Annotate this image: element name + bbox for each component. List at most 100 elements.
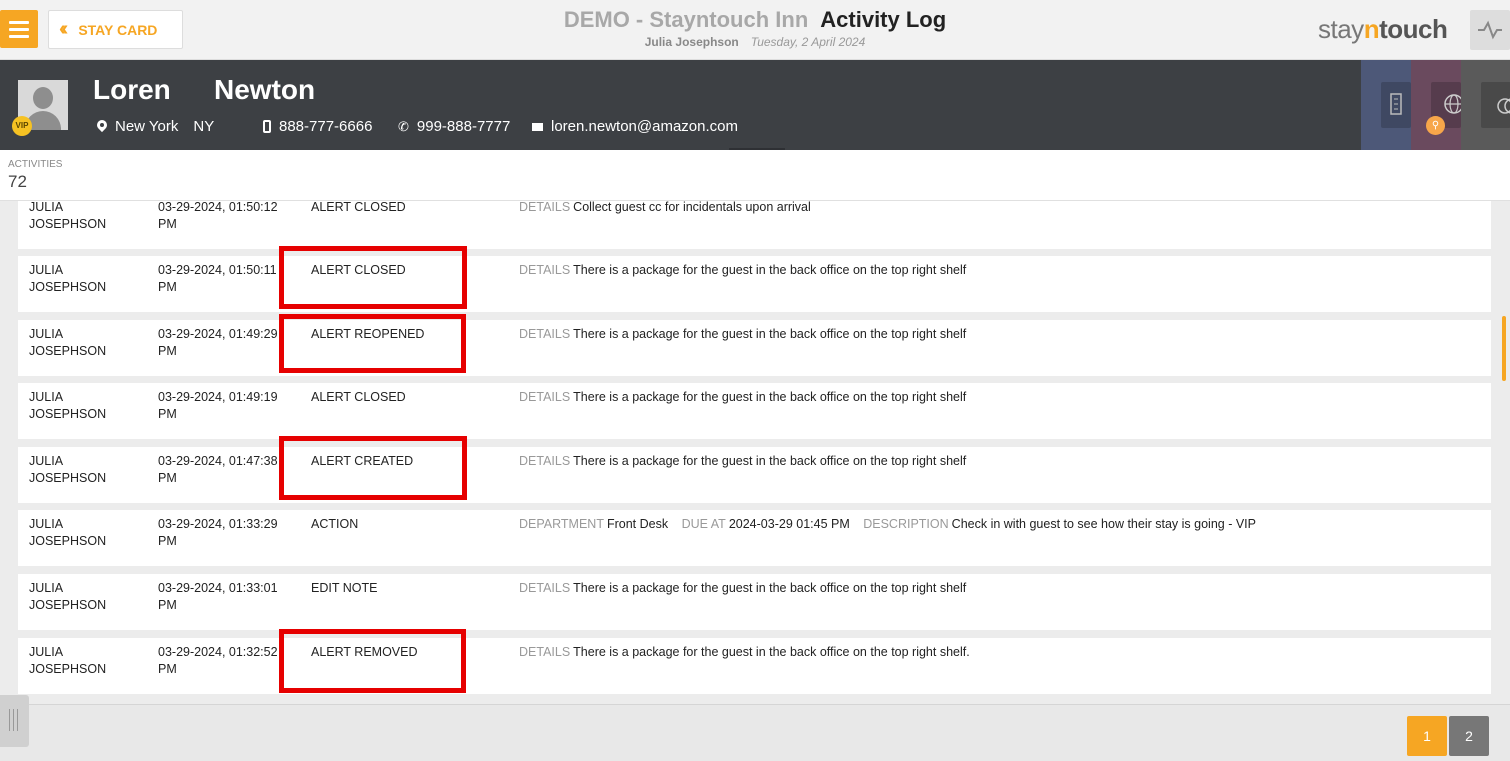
- guest-state: NY: [193, 118, 215, 135]
- guest-email-address: loren.newton@amazon.com: [551, 118, 738, 135]
- page-button-1[interactable]: 1: [1407, 716, 1447, 756]
- activity-date: 03-29-2024, 01:32:52 PM: [158, 644, 288, 678]
- detail-value: There is a package for the guest in the …: [573, 390, 967, 404]
- activity-details: DEPARTMENT Front Desk DUE AT 2024-03-29 01…: [519, 516, 1256, 533]
- date-line-1: 03-29-2024, 01:33:29: [158, 517, 278, 531]
- guest-phone: ✆ 999-888-7777: [398, 118, 510, 135]
- activity-date: 03-29-2024, 01:47:38 PM: [158, 453, 288, 487]
- hotel-name: DEMO - Stayntouch Inn: [563, 7, 809, 32]
- scrollbar[interactable]: [1502, 316, 1506, 381]
- mobile-phone-icon: [263, 120, 271, 133]
- date-line-2: PM: [158, 344, 177, 358]
- activity-pulse-icon[interactable]: [1470, 10, 1510, 50]
- globe-tab[interactable]: [1411, 60, 1464, 150]
- activity-details: DETAILS There is a package for the guest …: [519, 580, 966, 597]
- building-tab[interactable]: [1361, 60, 1411, 150]
- guest-header: VIP Loren Newton New York NY 888-777-666…: [0, 60, 1510, 159]
- detail-value: There is a package for the guest in the …: [573, 645, 970, 659]
- activity-user: JULIA JOSEPHSON: [29, 516, 139, 550]
- logo-part-2: n: [1363, 14, 1380, 44]
- guest-email: loren.newton@amazon.com: [532, 118, 738, 135]
- rings-icon: [1481, 82, 1510, 128]
- user-line-2: JOSEPHSON: [29, 280, 107, 294]
- activities-summary: ACTIVITIES 72: [0, 150, 1510, 201]
- activity-row: JULIA JOSEPHSON 03-29-2024, 01:33:01 PM ED…: [18, 574, 1491, 630]
- search-icon[interactable]: ⚲: [1426, 116, 1445, 135]
- activity-details: DETAILS Collect guest cc for incidentals …: [519, 201, 811, 216]
- activity-action: EDIT NOTE: [311, 581, 378, 595]
- highlight-box: [279, 314, 466, 373]
- business-date: Tuesday, 2 April 2024: [750, 35, 866, 49]
- page-heading: DEMO - Stayntouch Inn Activity Log Julia …: [0, 7, 1510, 49]
- logo-part-1: stay: [1318, 14, 1364, 44]
- detail-value: There is a package for the guest in the …: [573, 263, 967, 277]
- detail-key: DETAILS: [519, 201, 571, 214]
- detail-value: Collect guest cc for incidentals upon ar…: [573, 201, 811, 214]
- user-line-2: JOSEPHSON: [29, 598, 107, 612]
- detail-value: 2024-03-29 01:45 PM: [728, 517, 850, 531]
- activity-date: 03-29-2024, 01:50:12 PM: [158, 201, 288, 233]
- activity-user: JULIA JOSEPHSON: [29, 453, 139, 487]
- activity-user: JULIA JOSEPHSON: [29, 262, 139, 296]
- activity-row: JULIA JOSEPHSON 03-29-2024, 01:49:29 PM AL…: [18, 320, 1491, 376]
- user-line-1: JULIA: [29, 645, 64, 659]
- user-line-1: JULIA: [29, 327, 64, 341]
- guest-mobile: 888-777-6666: [263, 118, 372, 135]
- activity-date: 03-29-2024, 01:50:11 PM: [158, 262, 288, 296]
- guest-location: New York NY: [97, 118, 214, 135]
- date-line-1: 03-29-2024, 01:33:01: [158, 581, 278, 595]
- activity-user: JULIA JOSEPHSON: [29, 201, 139, 233]
- page-button-2[interactable]: 2: [1449, 716, 1489, 756]
- detail-key: DETAILS: [519, 645, 571, 659]
- stayntouch-logo: stayntouch: [1318, 14, 1448, 45]
- user-line-2: JOSEPHSON: [29, 407, 107, 421]
- user-line-2: JOSEPHSON: [29, 534, 107, 548]
- location-pin-icon: [97, 120, 107, 133]
- guest-last-name: Newton: [214, 74, 316, 105]
- activity-user: JULIA JOSEPHSON: [29, 326, 139, 360]
- rings-tab[interactable]: [1461, 60, 1510, 150]
- highlight-box: [279, 436, 467, 500]
- date-line-2: PM: [158, 407, 177, 421]
- date-line-2: PM: [158, 534, 177, 548]
- date-line-2: PM: [158, 217, 177, 231]
- detail-value: There is a package for the guest in the …: [573, 581, 967, 595]
- date-line-1: 03-29-2024, 01:50:12: [158, 201, 278, 214]
- activities-count: 72: [8, 172, 27, 191]
- user-line-2: JOSEPHSON: [29, 344, 107, 358]
- guest-city: New York: [115, 118, 179, 135]
- activity-action: ALERT CLOSED: [311, 390, 406, 404]
- detail-key: DEPARTMENT: [519, 517, 604, 531]
- activity-date: 03-29-2024, 01:49:29 PM: [158, 326, 288, 360]
- activity-details: DETAILS There is a package for the guest …: [519, 389, 966, 406]
- detail-key: DETAILS: [519, 581, 571, 595]
- activity-details: DETAILS There is a package for the guest …: [519, 262, 966, 279]
- date-line-1: 03-29-2024, 01:47:38: [158, 454, 278, 468]
- activity-list[interactable]: JULIA JOSEPHSON 03-29-2024, 01:50:12 PM AL…: [0, 201, 1510, 704]
- drawer-handle[interactable]: [0, 695, 29, 747]
- date-line-1: 03-29-2024, 01:32:52: [158, 645, 278, 659]
- activity-date: 03-29-2024, 01:33:29 PM: [158, 516, 288, 550]
- email-icon: [532, 122, 543, 131]
- user-line-1: JULIA: [29, 390, 64, 404]
- user-line-1: JULIA: [29, 581, 64, 595]
- page-title: Activity Log: [820, 7, 947, 32]
- user-line-1: JULIA: [29, 201, 64, 214]
- vip-badge: VIP: [12, 116, 32, 136]
- phone-icon: ✆: [398, 118, 409, 134]
- top-bar: ‹‹ STAY CARD DEMO - Stayntouch Inn Activi…: [0, 0, 1510, 60]
- activity-user: JULIA JOSEPHSON: [29, 580, 139, 614]
- pagination-footer: 1 2: [0, 695, 1510, 761]
- user-line-1: JULIA: [29, 517, 64, 531]
- user-line-1: JULIA: [29, 263, 64, 277]
- guest-first-name: Loren: [93, 74, 171, 105]
- activity-date: 03-29-2024, 01:33:01 PM: [158, 580, 288, 614]
- date-line-2: PM: [158, 280, 177, 294]
- detail-value: There is a package for the guest in the …: [573, 327, 967, 341]
- detail-value: Front Desk: [606, 517, 669, 531]
- guest-mobile-number: 888-777-6666: [279, 118, 373, 135]
- activity-user: JULIA JOSEPHSON: [29, 389, 139, 423]
- activity-row: JULIA JOSEPHSON 03-29-2024, 01:33:29 PM AC…: [18, 510, 1491, 566]
- activity-row: JULIA JOSEPHSON 03-29-2024, 01:50:12 PM AL…: [18, 201, 1491, 249]
- detail-value: There is a package for the guest in the …: [573, 454, 967, 468]
